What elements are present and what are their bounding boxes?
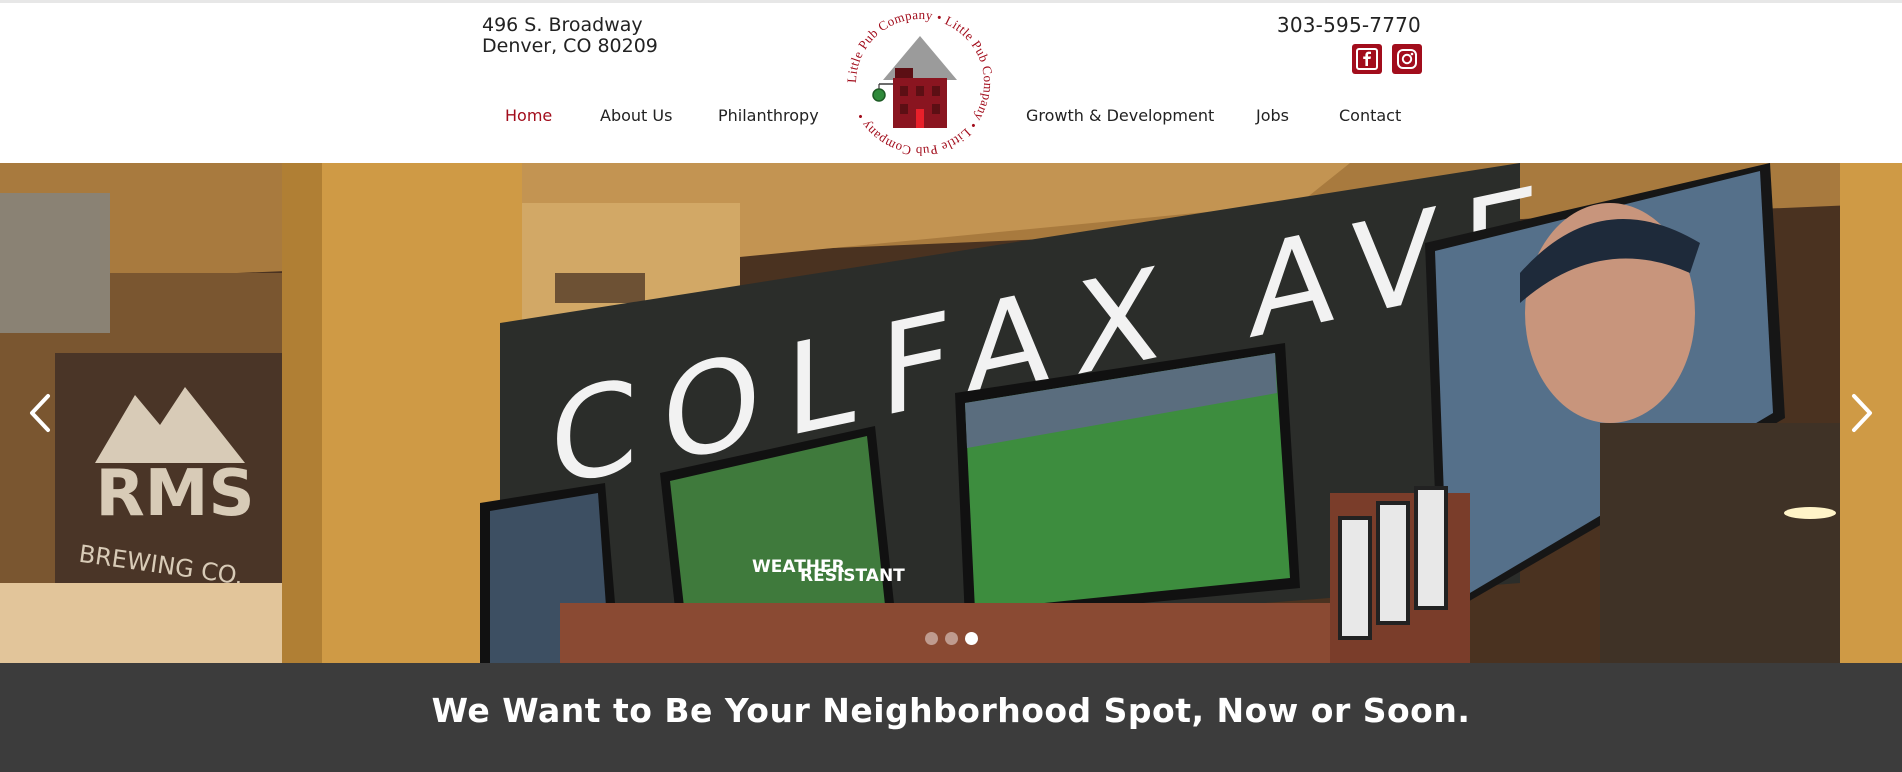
- tagline-heading: We Want to Be Your Neighborhood Spot, No…: [431, 691, 1471, 730]
- slider-prev-button[interactable]: [20, 390, 60, 436]
- nav-contact[interactable]: Contact: [1339, 106, 1401, 125]
- site-header: 496 S. Broadway Denver, CO 80209 303-595…: [0, 3, 1902, 163]
- address-line-1: 496 S. Broadway: [482, 14, 643, 36]
- slider-next-button[interactable]: [1842, 390, 1882, 436]
- logo-window-3: [932, 86, 940, 96]
- logo-window-4: [900, 104, 908, 114]
- nav-about-us[interactable]: About Us: [600, 106, 672, 125]
- logo-window-2: [916, 86, 924, 96]
- phone-number[interactable]: 303-595-7770: [1277, 13, 1421, 37]
- hero-slider: RMS BREWING CO. COLFAX AVE WEATHER RESIS…: [0, 163, 1902, 663]
- social-links: [1352, 44, 1422, 74]
- facebook-icon: [1356, 48, 1378, 70]
- instagram-icon: [1397, 49, 1417, 69]
- facebook-button[interactable]: [1352, 44, 1382, 74]
- address: 496 S. Broadway Denver, CO 80209: [482, 15, 658, 57]
- nav-home[interactable]: Home: [505, 106, 552, 125]
- logo-window-5: [932, 104, 940, 114]
- instagram-button[interactable]: [1392, 44, 1422, 74]
- nav-growth-development[interactable]: Growth & Development: [1026, 106, 1214, 125]
- tagline-banner: We Want to Be Your Neighborhood Spot, No…: [0, 663, 1902, 772]
- logo-window-1: [900, 86, 908, 96]
- slider-dots: [925, 632, 978, 645]
- slider-dot-3[interactable]: [965, 632, 978, 645]
- nav-jobs[interactable]: Jobs: [1256, 106, 1289, 125]
- site-logo[interactable]: Little Pub Company • Little Pub Company …: [843, 6, 997, 160]
- slider-dot-1[interactable]: [925, 632, 938, 645]
- chevron-left-icon: [30, 394, 50, 432]
- address-line-2: Denver, CO 80209: [482, 35, 658, 57]
- logo-door: [916, 109, 924, 128]
- rms-sign-title: RMS: [95, 457, 254, 531]
- hero-image: RMS BREWING CO. COLFAX AVE WEATHER RESIS…: [0, 163, 1902, 663]
- chevron-right-icon: [1852, 394, 1872, 432]
- tv-text-resistant: RESISTANT: [800, 566, 905, 586]
- logo-roof: [883, 36, 957, 80]
- logo-graphic: Little Pub Company • Little Pub Company …: [844, 7, 996, 159]
- nav-philanthropy[interactable]: Philanthropy: [718, 106, 819, 125]
- logo-pub-sign: [872, 88, 886, 102]
- slider-dot-2[interactable]: [945, 632, 958, 645]
